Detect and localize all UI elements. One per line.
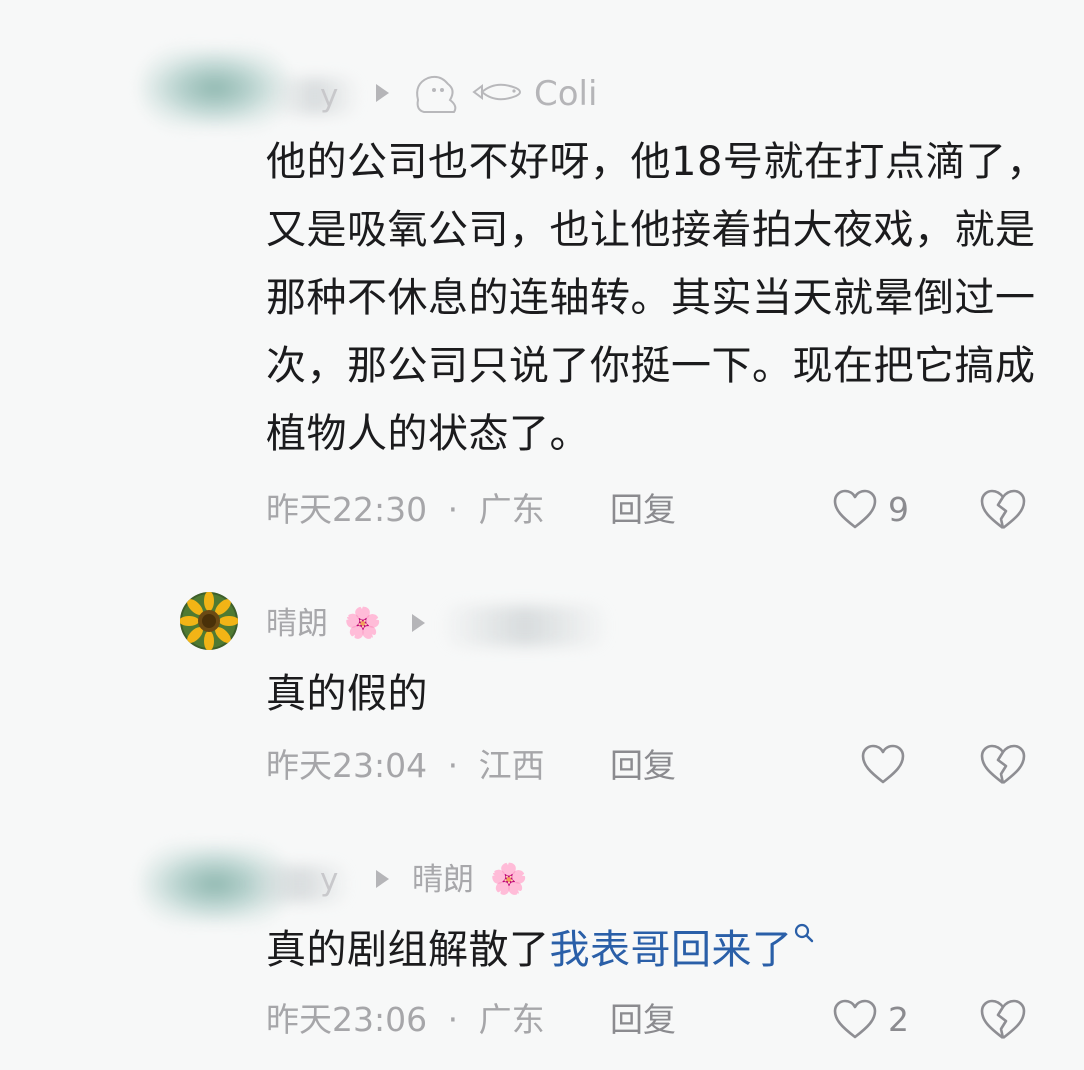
cherry-blossom-icon: 🌸 (490, 862, 528, 897)
broken-heart-icon[interactable] (978, 742, 1028, 788)
keyword-link[interactable]: 我表哥回来了 (550, 927, 793, 973)
username[interactable]: y (320, 76, 338, 116)
timestamp: 昨天23:06 (266, 1000, 428, 1039)
reply-button[interactable]: 回复 (610, 488, 676, 532)
heart-outline-icon[interactable] (832, 997, 878, 1043)
reply-to-username[interactable]: 晴朗 (412, 860, 474, 900)
username-suffix: Coli (534, 74, 598, 114)
username[interactable]: y (320, 860, 338, 900)
cherry-blossom-icon: 🌸 (344, 606, 382, 641)
comment-text: 真的剧组解散了我表哥回来了 (266, 916, 1056, 984)
reply-button[interactable]: 回复 (610, 998, 676, 1042)
comment-meta: 昨天23:04 · 江西 (266, 744, 545, 788)
username[interactable]: 晴朗 (266, 604, 328, 644)
search-icon[interactable] (793, 922, 815, 944)
timestamp: 昨天23:04 (266, 746, 428, 785)
heart-outline-icon[interactable] (832, 487, 878, 533)
like-count: 2 (888, 1000, 909, 1039)
separator: · (447, 746, 459, 785)
reply-target-blurred (440, 606, 610, 646)
comment-meta: 昨天23:06 · 广东 (266, 998, 545, 1042)
sunflower-avatar[interactable] (180, 592, 238, 650)
play-triangle-icon (412, 614, 425, 632)
username-blurred (270, 78, 360, 114)
location: 江西 (478, 746, 545, 785)
location: 广东 (478, 490, 545, 529)
play-triangle-icon (376, 84, 389, 102)
reply-button[interactable]: 回复 (610, 744, 676, 788)
fish-badge-icon (472, 83, 521, 101)
heart-outline-icon[interactable] (860, 742, 906, 788)
broken-heart-icon[interactable] (978, 997, 1028, 1043)
comment-text: 他的公司也不好呀，他18号就在打点滴了，又是吸氧公司，也让他接着拍大夜戏，就是那… (266, 139, 1047, 457)
comment-text: 真的假的 (266, 671, 428, 717)
dog-badge-icon (416, 75, 457, 113)
timestamp: 昨天22:30 (266, 490, 428, 529)
separator: · (447, 490, 459, 529)
avatar-blurred[interactable] (140, 48, 290, 128)
play-triangle-icon (376, 870, 389, 888)
like-count: 9 (888, 490, 909, 529)
location: 广东 (478, 1000, 545, 1039)
comment-text-body: 真的剧组解散了 (266, 927, 550, 973)
separator: · (447, 1000, 459, 1039)
broken-heart-icon[interactable] (978, 487, 1028, 533)
comment-meta: 昨天22:30 · 广东 (266, 488, 545, 532)
